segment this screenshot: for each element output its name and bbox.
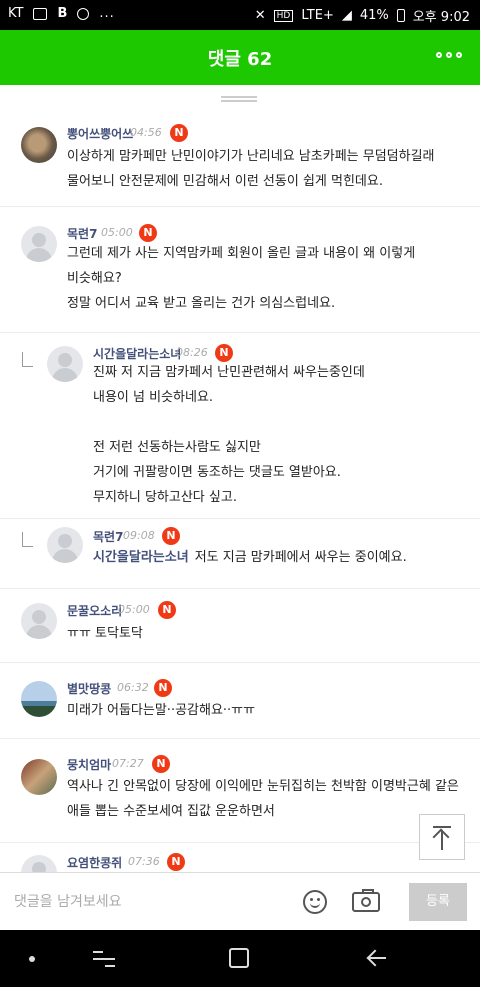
comment-time: 05:00 — [118, 603, 150, 616]
comment-text: ㅠㅠ 토닥토닥 — [67, 626, 143, 641]
avatar[interactable] — [21, 127, 57, 163]
battery-label: 41% — [359, 8, 389, 23]
system-nav-bar — [0, 930, 480, 987]
comment-input-bar: 등록 — [0, 872, 480, 931]
comment-text: 그런데 제가 사는 지역맘카페 회원이 올린 글과 내용이 왜 이렇게 비슷해요… — [67, 246, 416, 311]
comment-text: 미래가 어둡다는말··공감해요··ㅠㅠ — [67, 703, 256, 718]
back-icon[interactable] — [366, 949, 386, 967]
comment-time: 05:00 — [101, 226, 133, 239]
clock-label: 오후 9:02 — [412, 10, 470, 25]
comment-text: 시간을달라는소녀 저도 지금 맘카페에서 싸우는 중이예요. — [93, 545, 407, 570]
drag-handle[interactable] — [221, 96, 257, 102]
reply-arrow-icon — [22, 532, 33, 547]
page-title: 댓글 62 — [207, 49, 273, 70]
comment-author[interactable]: 뽕어쓰뿡어쓰 — [67, 125, 133, 142]
submit-button[interactable]: 등록 — [409, 883, 467, 921]
comment-item: 문꿀오소리 05:00 N ㅠㅠ 토닥토닥 — [0, 588, 480, 663]
status-bar: KT B ... ✕ HD LTE+ ◢ 41% 오후 9:02 — [0, 0, 480, 30]
avatar[interactable] — [21, 759, 57, 795]
reply-arrow-icon — [22, 352, 33, 367]
comment-body: 저도 지금 맘카페에서 싸우는 중이예요. — [194, 550, 407, 565]
comment-author[interactable]: 목련7 — [67, 225, 97, 242]
recent-apps-icon[interactable] — [93, 948, 115, 970]
comment-item: 뭉치엄마 07:27 N 역사나 긴 안목없이 당장에 이익에만 눈뒤집히는 천… — [0, 738, 480, 843]
new-badge: N — [154, 679, 172, 697]
comment-time: 07:36 — [128, 855, 160, 868]
avatar[interactable] — [21, 603, 57, 639]
network-label: LTE+ — [301, 8, 334, 23]
avatar[interactable] — [47, 527, 83, 563]
new-badge: N — [139, 224, 157, 242]
new-badge: N — [162, 527, 180, 545]
comment-author[interactable]: 요염한콩쥐 — [67, 854, 122, 871]
comment-list[interactable]: 뽕어쓰뿡어쓰 04:56 N 이상하게 맘카페만 난민이야기가 난리네요 남초카… — [0, 108, 480, 872]
new-badge: N — [167, 853, 185, 871]
comment-time: 04:56 — [130, 126, 162, 139]
comment-author[interactable]: 뭉치엄마 — [67, 756, 111, 773]
new-badge: N — [170, 124, 188, 142]
home-icon[interactable] — [229, 948, 249, 968]
comment-input[interactable] — [12, 887, 286, 917]
avatar[interactable] — [21, 681, 57, 717]
comment-time: 09:08 — [123, 529, 155, 542]
comment-item: 요염한콩쥐 07:36 N — [0, 842, 480, 872]
avatar[interactable] — [21, 855, 57, 872]
settings-icon — [77, 7, 90, 20]
blog-icon: B — [57, 6, 68, 21]
comment-author[interactable]: 문꿀오소리 — [67, 602, 122, 619]
avatar[interactable] — [47, 346, 83, 382]
gallery-icon — [33, 7, 48, 20]
comment-item: 목련7 05:00 N 그런데 제가 사는 지역맘카페 회원이 올린 글과 내용… — [0, 206, 480, 333]
comment-author[interactable]: 별맛땅콩 — [67, 680, 111, 697]
comment-text: 이상하게 맘카페만 난민이야기가 난리네요 남초카페는 무덤덤하길래 물어보니 … — [67, 149, 435, 189]
comment-text: 역사나 긴 안목없이 당장에 이익에만 눈뒤집히는 천박함 이명박근혜 같은 애… — [67, 779, 459, 819]
comment-author[interactable]: 목련7 — [93, 528, 123, 545]
comment-time: 07:27 — [112, 757, 144, 770]
scroll-top-button[interactable] — [419, 814, 465, 860]
more-icon[interactable] — [436, 50, 462, 60]
comment-text: 진짜 저 지금 맘카페서 난민관련해서 싸우는중인데 내용이 넘 비슷하네요. … — [93, 365, 365, 505]
avatar[interactable] — [21, 226, 57, 262]
mention-link[interactable]: 시간을달라는소녀 — [93, 550, 189, 565]
comment-time: 08:26 — [176, 346, 208, 359]
nav-dot-icon[interactable] — [29, 956, 35, 962]
new-badge: N — [152, 755, 170, 773]
hd-icon: HD — [273, 9, 294, 22]
reply-item: 목련7 09:08 N 시간을달라는소녀 저도 지금 맘카페에서 싸우는 중이예요… — [0, 518, 480, 589]
comment-item: 뽕어쓰뿡어쓰 04:56 N 이상하게 맘카페만 난민이야기가 난리네요 남초카… — [0, 108, 480, 207]
emoji-icon[interactable] — [303, 890, 327, 914]
signal-icon: ◢ — [341, 8, 352, 23]
app-bar: 댓글 62 — [0, 30, 480, 85]
new-badge: N — [158, 601, 176, 619]
camera-icon[interactable] — [352, 889, 380, 912]
reply-item: 시간을달라는소녀 08:26 N 진짜 저 지금 맘카페서 난민관련해서 싸우는… — [0, 332, 480, 519]
comment-time: 06:32 — [117, 681, 149, 694]
carrier-label: KT — [8, 6, 24, 21]
more-notifications: ... — [99, 6, 115, 21]
comment-item: 별맛땅콩 06:32 N 미래가 어둡다는말··공감해요··ㅠㅠ — [0, 662, 480, 739]
battery-icon — [396, 9, 405, 22]
mute-icon: ✕ — [254, 8, 266, 23]
